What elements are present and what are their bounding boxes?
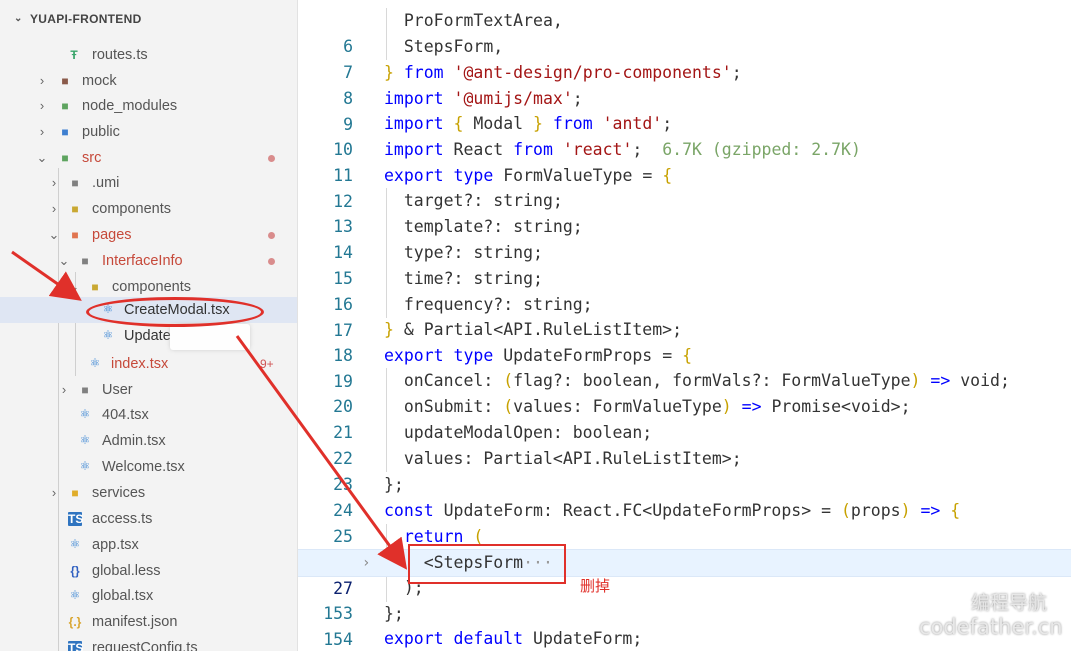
- arrow-to-code: [235, 335, 408, 570]
- arrow-to-file: [11, 250, 82, 301]
- annotation-arrows: [11, 250, 408, 570]
